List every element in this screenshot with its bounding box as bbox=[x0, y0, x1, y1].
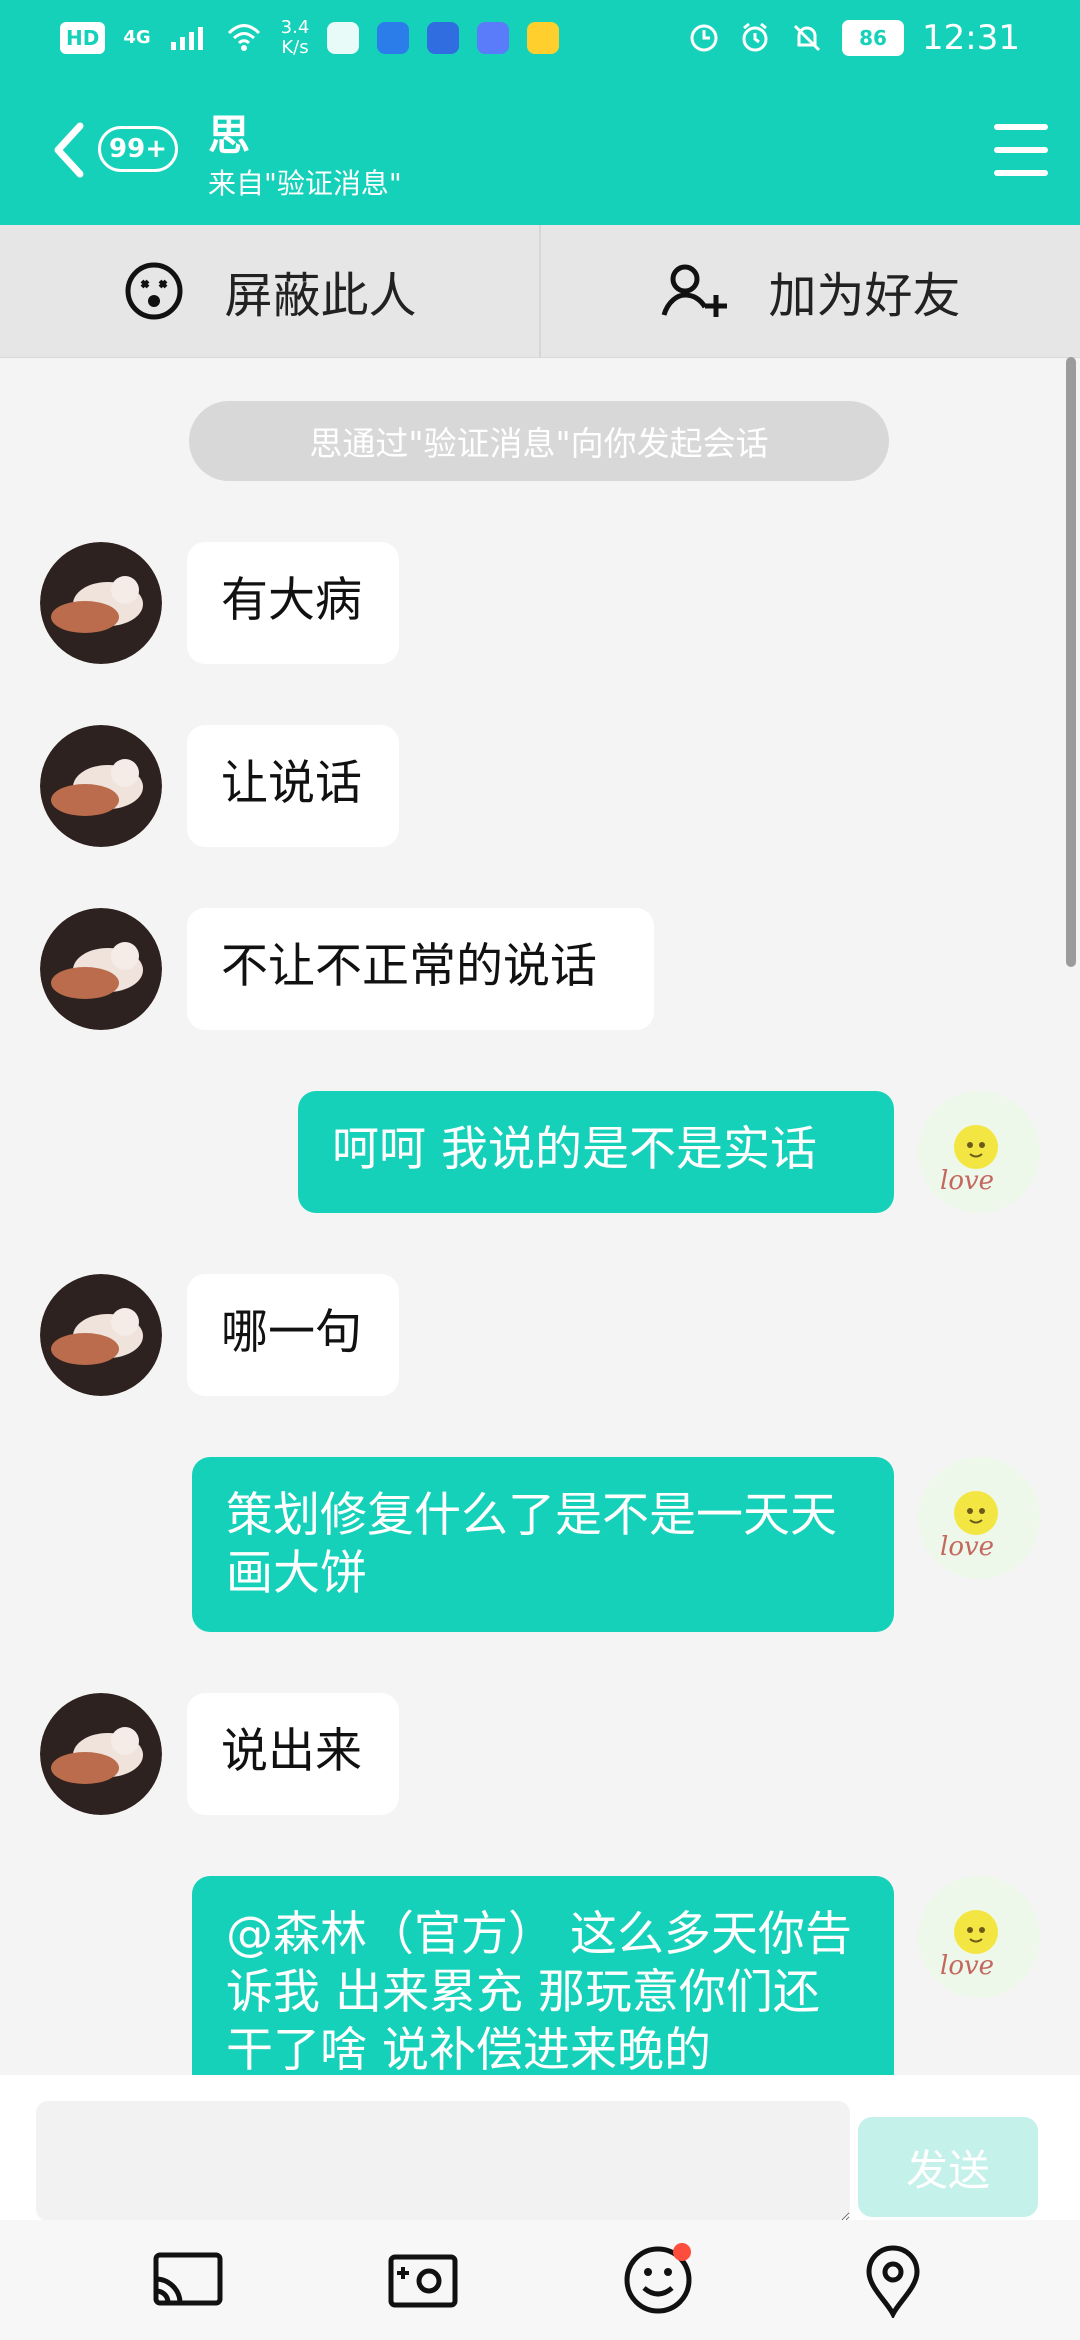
my-avatar[interactable]: love bbox=[918, 1876, 1040, 1998]
status-right: 86 12:31 bbox=[688, 18, 1020, 58]
my-avatar[interactable]: love bbox=[918, 1457, 1040, 1579]
cast-button[interactable] bbox=[143, 2235, 233, 2325]
outgoing-message[interactable]: @森林（官方） 这么多天你告诉我 出来累充 那玩意你们还干了啥 说补偿进来晚的 bbox=[192, 1876, 894, 2075]
composer-bar: 发送 bbox=[0, 2075, 1080, 2221]
data-saver-icon bbox=[690, 24, 718, 51]
incoming-message[interactable]: 不让不正常的说话 bbox=[187, 908, 654, 1030]
network-speed-unit: K/s bbox=[281, 36, 309, 58]
mute-bell-icon bbox=[793, 24, 821, 51]
add-user-icon bbox=[662, 264, 728, 317]
message-row: 说出来 bbox=[0, 1693, 1080, 1815]
contact-subtitle: 来自"验证消息" bbox=[208, 167, 402, 200]
location-icon bbox=[865, 2245, 920, 2318]
my-avatar[interactable]: love bbox=[918, 1091, 1040, 1213]
contact-action-bar: 屏蔽此人 加为好友 bbox=[0, 225, 1080, 358]
camera-icon bbox=[388, 2254, 457, 2308]
contact-name: 思 bbox=[208, 111, 251, 160]
signal-icon bbox=[170, 26, 203, 50]
add-friend-label: 加为好友 bbox=[768, 268, 961, 324]
hd-indicator: HD bbox=[60, 21, 106, 54]
block-user-button[interactable]: 屏蔽此人 bbox=[0, 225, 541, 357]
emoji-button[interactable] bbox=[613, 2235, 703, 2325]
session-notice: 思通过"验证消息"向你发起会话 bbox=[189, 401, 889, 481]
menu-line bbox=[994, 124, 1048, 130]
incoming-message[interactable]: 哪一句 bbox=[187, 1274, 399, 1396]
message-row: 哪一句 bbox=[0, 1274, 1080, 1396]
menu-icon[interactable] bbox=[994, 124, 1048, 176]
chevron-left-icon[interactable] bbox=[48, 120, 88, 180]
camera-button[interactable] bbox=[378, 2235, 468, 2325]
battery-indicator: 86 bbox=[842, 19, 905, 56]
cast-icon bbox=[153, 2252, 222, 2306]
block-user-label: 屏蔽此人 bbox=[224, 268, 417, 324]
message-row: 有大病 bbox=[0, 542, 1080, 664]
sender-avatar[interactable] bbox=[40, 1693, 162, 1815]
message-input[interactable] bbox=[36, 2101, 850, 2221]
location-button[interactable] bbox=[848, 2235, 938, 2325]
incoming-message[interactable]: 有大病 bbox=[187, 542, 399, 664]
music-app-icon bbox=[477, 21, 510, 54]
svg-text:love: love bbox=[940, 1532, 994, 1562]
sender-avatar[interactable] bbox=[40, 1274, 162, 1396]
wifi-icon bbox=[227, 23, 260, 51]
outgoing-message[interactable]: 呵呵 我说的是不是实话 bbox=[298, 1091, 894, 1213]
blocked-face-icon bbox=[125, 262, 183, 320]
send-button[interactable]: 发送 bbox=[858, 2117, 1038, 2217]
clock: 12:31 bbox=[922, 17, 1020, 58]
unread-count-badge[interactable]: 99+ bbox=[98, 126, 178, 172]
svg-text:love: love bbox=[940, 1166, 994, 1196]
network-indicator: 4G bbox=[123, 27, 151, 48]
incoming-message[interactable]: 让说话 bbox=[187, 725, 399, 847]
network-speed: 3.4 K/s bbox=[280, 16, 310, 58]
message-row: @森林（官方） 这么多天你告诉我 出来累充 那玩意你们还干了啥 说补偿进来晚的 … bbox=[0, 1876, 1080, 2075]
new-badge-dot bbox=[672, 2243, 691, 2261]
idea-app-icon bbox=[427, 21, 460, 54]
sender-avatar[interactable] bbox=[40, 725, 162, 847]
outgoing-message[interactable]: 策划修复什么了是不是一天天画大饼 bbox=[192, 1457, 894, 1632]
knowledge-app-icon bbox=[377, 21, 410, 54]
chat-history[interactable]: 思通过"验证消息"向你发起会话 有大病 让说话 不让不正常的说话 呵呵 我说的是… bbox=[0, 357, 1080, 2075]
toolbar bbox=[0, 2220, 1080, 2340]
weibo-icon bbox=[527, 21, 560, 54]
wechat-icon bbox=[327, 21, 360, 54]
message-row: 策划修复什么了是不是一天天画大饼 love bbox=[0, 1457, 1080, 1632]
network-speed-value: 3.4 bbox=[280, 16, 310, 38]
message-row: 不让不正常的说话 bbox=[0, 908, 1080, 1030]
top-bar: HD 4G 3.4 K/s 86 12:31 99+ 思 来自"验证消息" bbox=[0, 0, 1080, 225]
message-row: 让说话 bbox=[0, 725, 1080, 847]
incoming-message[interactable]: 说出来 bbox=[187, 1693, 399, 1815]
menu-line bbox=[994, 147, 1048, 153]
status-bar: HD 4G 3.4 K/s 86 12:31 bbox=[0, 0, 1080, 75]
add-friend-button[interactable]: 加为好友 bbox=[541, 225, 1080, 357]
alarm-icon bbox=[742, 22, 768, 51]
chat-header: 99+ 思 来自"验证消息" bbox=[0, 90, 1080, 220]
status-left: HD 4G 3.4 K/s bbox=[60, 16, 560, 58]
menu-line bbox=[994, 170, 1048, 176]
message-row: 呵呵 我说的是不是实话 love bbox=[0, 1091, 1080, 1213]
sender-avatar[interactable] bbox=[40, 542, 162, 664]
sender-avatar[interactable] bbox=[40, 908, 162, 1030]
svg-text:love: love bbox=[940, 1951, 994, 1981]
